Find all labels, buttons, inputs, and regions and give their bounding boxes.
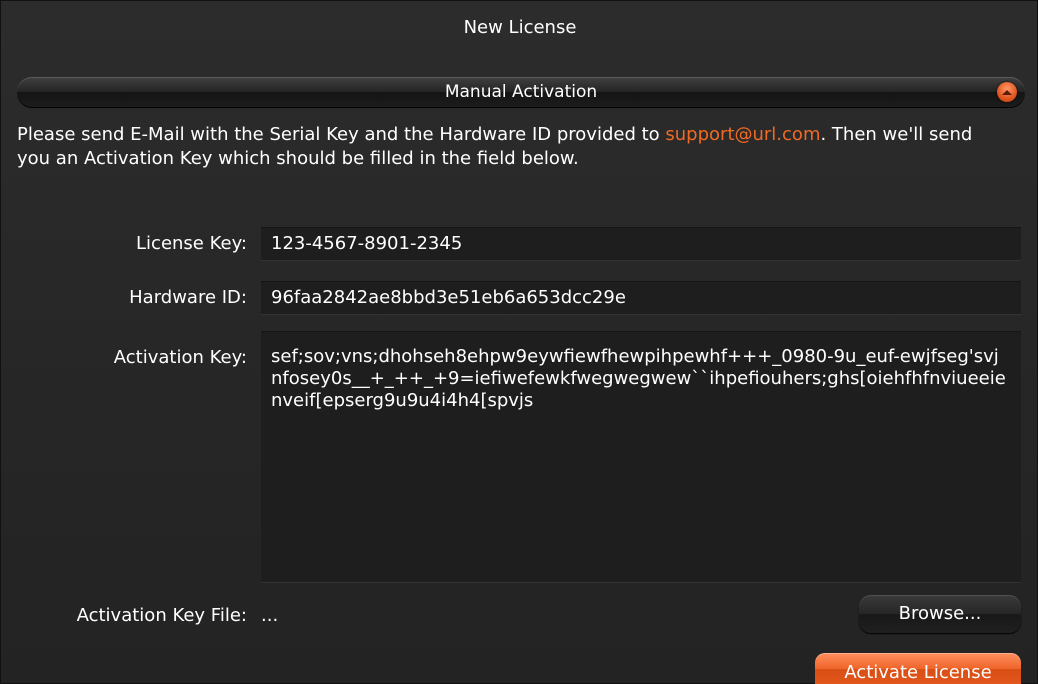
instructions-text: Please send E-Mail with the Serial Key a… <box>17 123 1007 171</box>
section-title: Manual Activation <box>444 82 598 102</box>
instructions-text-before: Please send E-Mail with the Serial Key a… <box>17 124 666 145</box>
license-key-label: License Key: <box>136 233 247 254</box>
support-email-link[interactable]: support@url.com <box>665 124 820 145</box>
manual-activation-header[interactable]: Manual Activation <box>17 77 1025 107</box>
dialog-title: New License <box>463 17 577 38</box>
activation-key-file-label: Activation Key File: <box>76 605 247 626</box>
hardware-id-field[interactable]: 96faa2842ae8bbd3e51eb6a653dcc29e <box>261 281 1021 315</box>
license-key-field[interactable]: 123-4567-8901-2345 <box>261 227 1021 261</box>
activate-license-button[interactable]: Activate License <box>815 653 1021 684</box>
hardware-id-label: Hardware ID: <box>129 287 247 308</box>
activation-key-label: Activation Key: <box>113 347 247 368</box>
browse-button[interactable]: Browse... <box>859 595 1021 633</box>
activation-key-textarea[interactable]: sef;sov;vns;dhohseh8ehpw9eywfiewfhewpihp… <box>261 331 1021 583</box>
chevron-up-icon[interactable] <box>997 82 1017 102</box>
activation-key-file-path: ... <box>261 605 279 626</box>
new-license-dialog: New License Manual Activation Please sen… <box>0 0 1038 684</box>
